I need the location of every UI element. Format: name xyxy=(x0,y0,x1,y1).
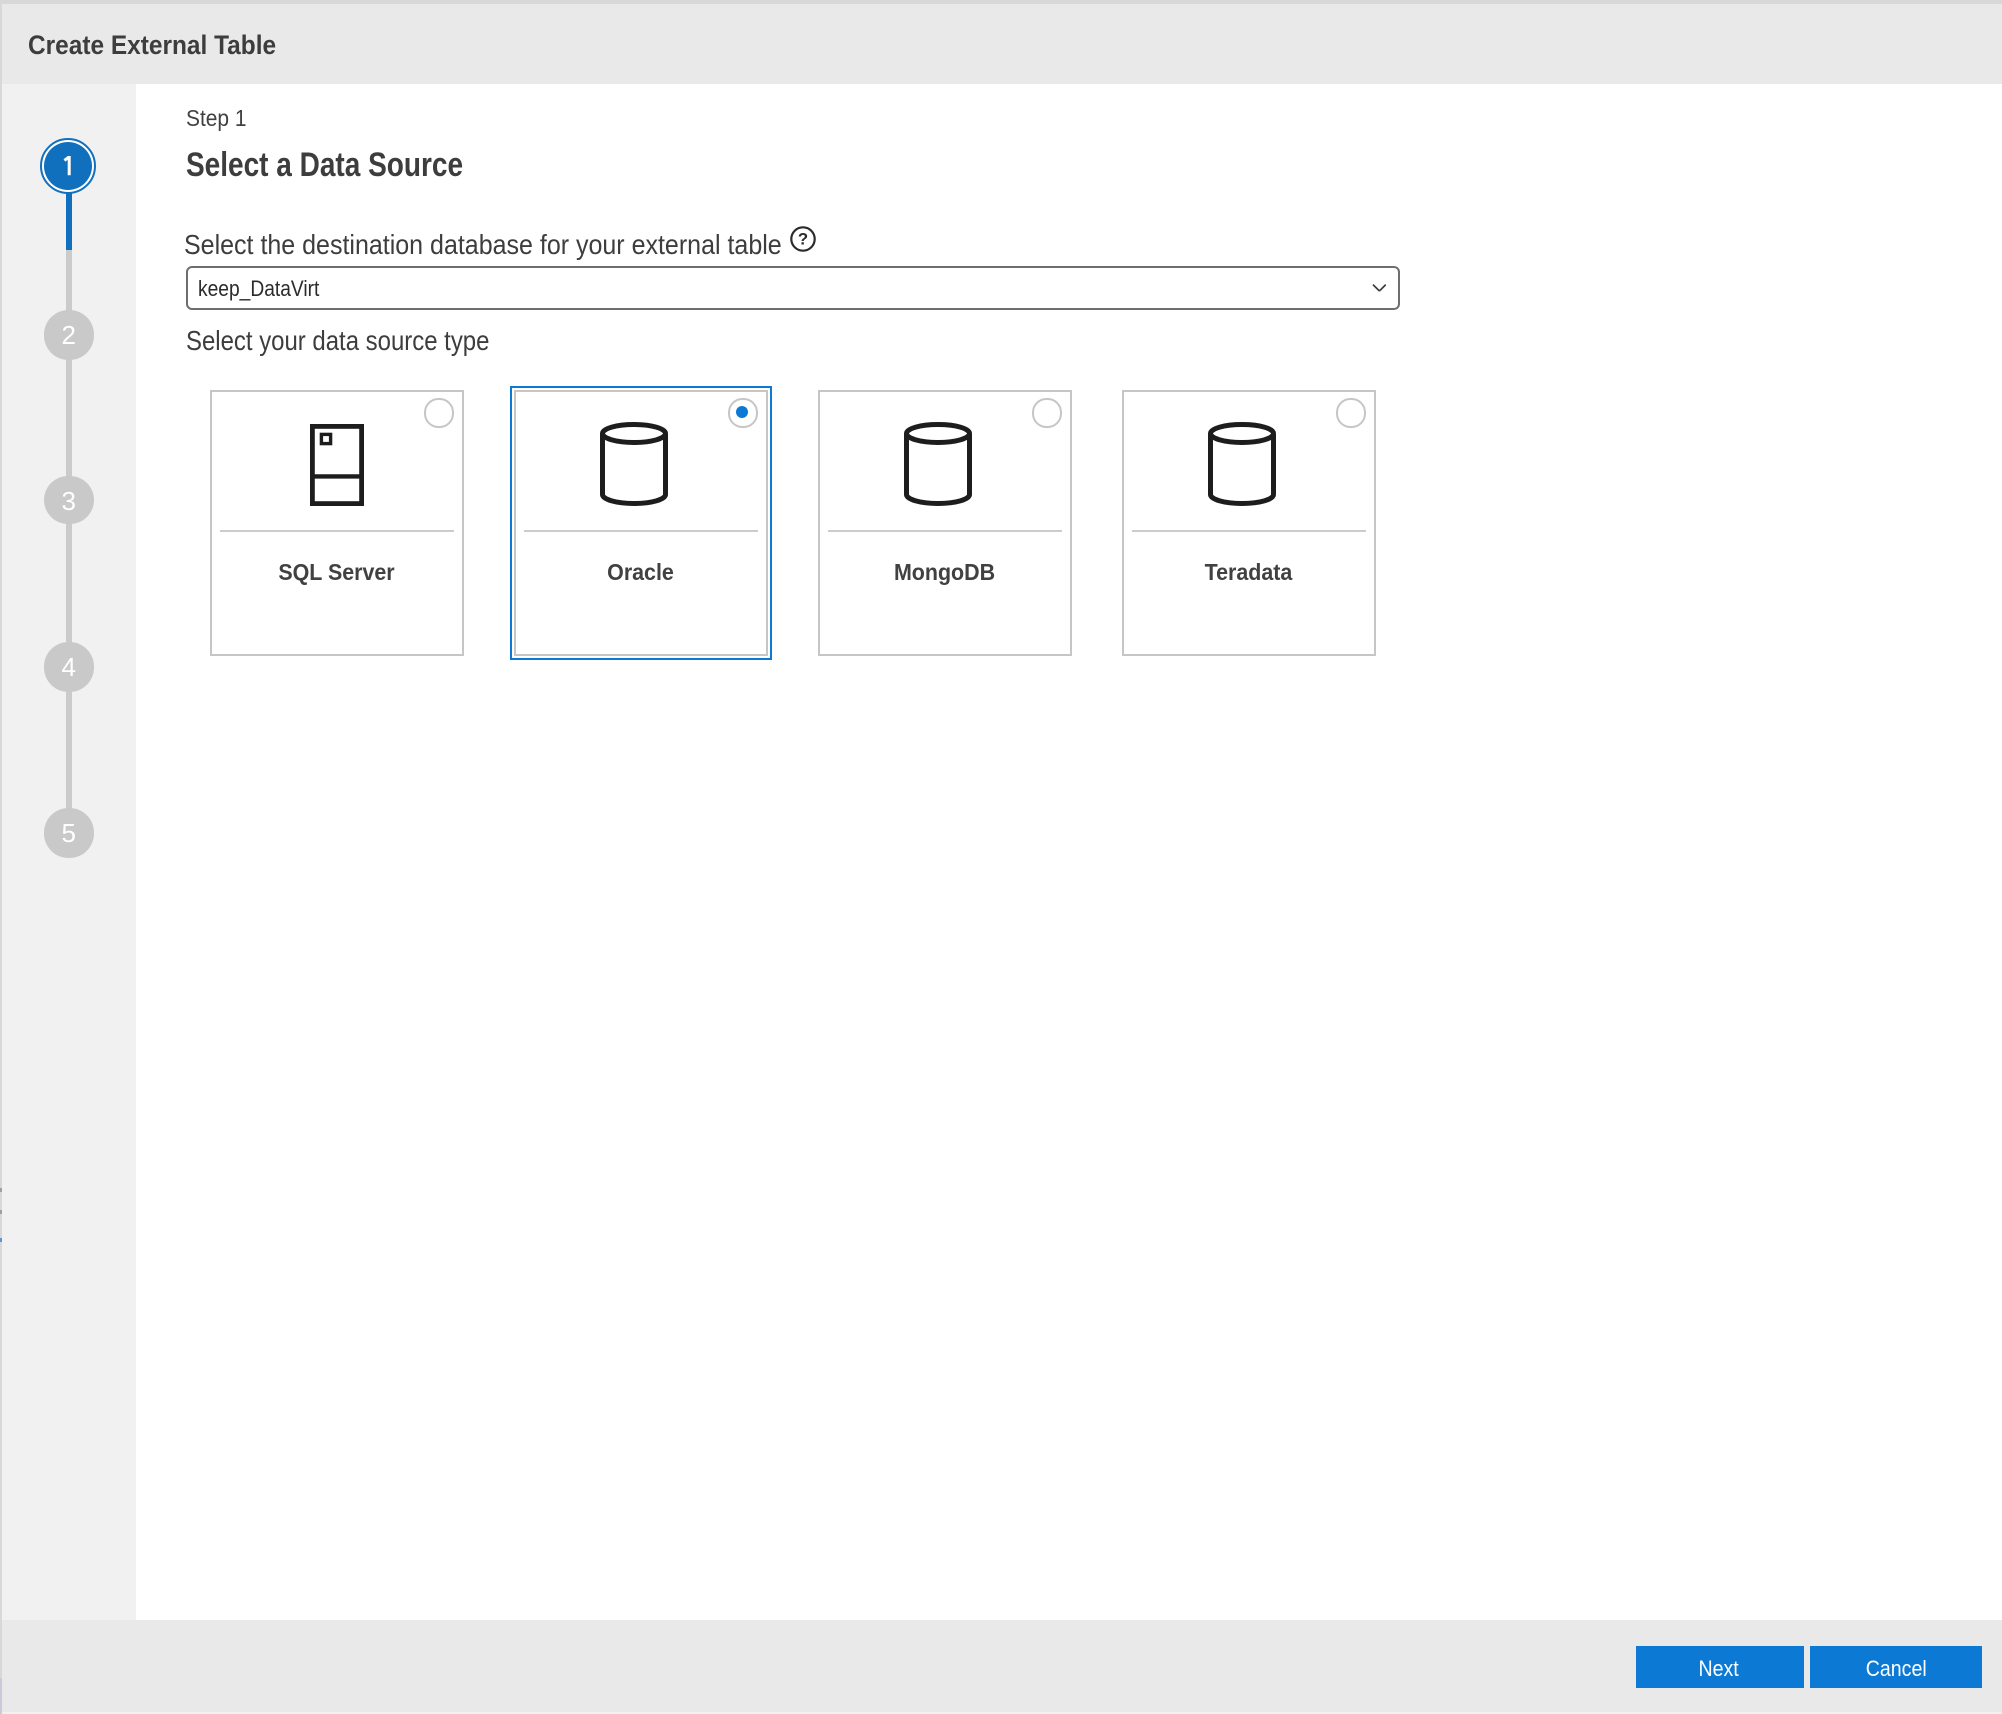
radio-dot xyxy=(737,407,749,419)
database-icon xyxy=(820,424,1069,508)
step-eyebrow: Step 1 xyxy=(186,105,247,135)
card-label: Oracle xyxy=(523,560,757,588)
card-sql-server[interactable]: SQL Server xyxy=(210,389,463,656)
step-title: Select a Data Source xyxy=(186,144,463,188)
help-icon[interactable]: ? xyxy=(789,225,815,251)
radio-dot xyxy=(1041,407,1053,419)
source-type-label: Select your data source type xyxy=(187,321,490,357)
create-external-table-dialog: Create External Table 1 2 3 4 5 Step 1 S… xyxy=(2,3,2002,1714)
card-divider xyxy=(828,531,1062,533)
card-teradata[interactable]: Teradata xyxy=(1122,389,1375,656)
dialog-footer: Next Cancel xyxy=(2,1619,2002,1714)
dialog-body: 1 2 3 4 5 Step 1 Select a Data Source Se… xyxy=(2,84,2002,1619)
card-label: SQL Server xyxy=(219,560,453,588)
wizard-stepper: 1 2 3 4 5 xyxy=(2,84,136,1619)
next-button-label: Next xyxy=(1699,1658,1739,1682)
stepper-step-1[interactable]: 1 xyxy=(41,139,97,195)
card-mongodb[interactable]: MongoDB xyxy=(818,389,1071,656)
stepper-step-4[interactable]: 4 xyxy=(44,643,93,692)
destination-db-value: keep_DataVirt xyxy=(197,278,318,302)
dialog-title: Create External Table xyxy=(28,31,276,61)
dialog-header: Create External Table xyxy=(2,3,2002,84)
card-divider xyxy=(220,531,454,533)
database-icon xyxy=(516,424,765,508)
destination-db-label: Select the destination database for your… xyxy=(185,226,854,262)
card-divider xyxy=(524,531,758,533)
database-icon xyxy=(1124,424,1373,508)
stepper-step-3[interactable]: 3 xyxy=(44,476,93,525)
source-type-cards: SQL Server Oracle xyxy=(210,389,1375,656)
card-divider xyxy=(1132,531,1366,533)
next-button[interactable]: Next xyxy=(1636,1646,1803,1687)
stepper-step-5[interactable]: 5 xyxy=(44,808,93,857)
screen: Create External Table 1 2 3 4 5 Step 1 S… xyxy=(0,0,2002,1714)
stepper-step-1-number: 1 xyxy=(45,143,93,191)
radio-dot xyxy=(433,407,445,419)
destination-db-label-text: Select the destination database for your… xyxy=(185,226,783,262)
card-label: Teradata xyxy=(1131,560,1365,588)
chevron-down-icon xyxy=(1371,283,1386,292)
destination-db-dropdown[interactable]: keep_DataVirt xyxy=(186,266,1400,309)
svg-text:?: ? xyxy=(797,229,807,248)
server-icon xyxy=(212,424,461,508)
stepper-step-2[interactable]: 2 xyxy=(44,310,93,359)
card-oracle[interactable]: Oracle xyxy=(514,389,767,656)
digit-one-glyph xyxy=(59,157,79,177)
cancel-button-label: Cancel xyxy=(1865,1658,1926,1682)
cancel-button[interactable]: Cancel xyxy=(1810,1646,1981,1687)
card-label: MongoDB xyxy=(827,560,1061,588)
radio-dot xyxy=(1345,407,1357,419)
step-content: Step 1 Select a Data Source Select the d… xyxy=(136,84,2002,1619)
